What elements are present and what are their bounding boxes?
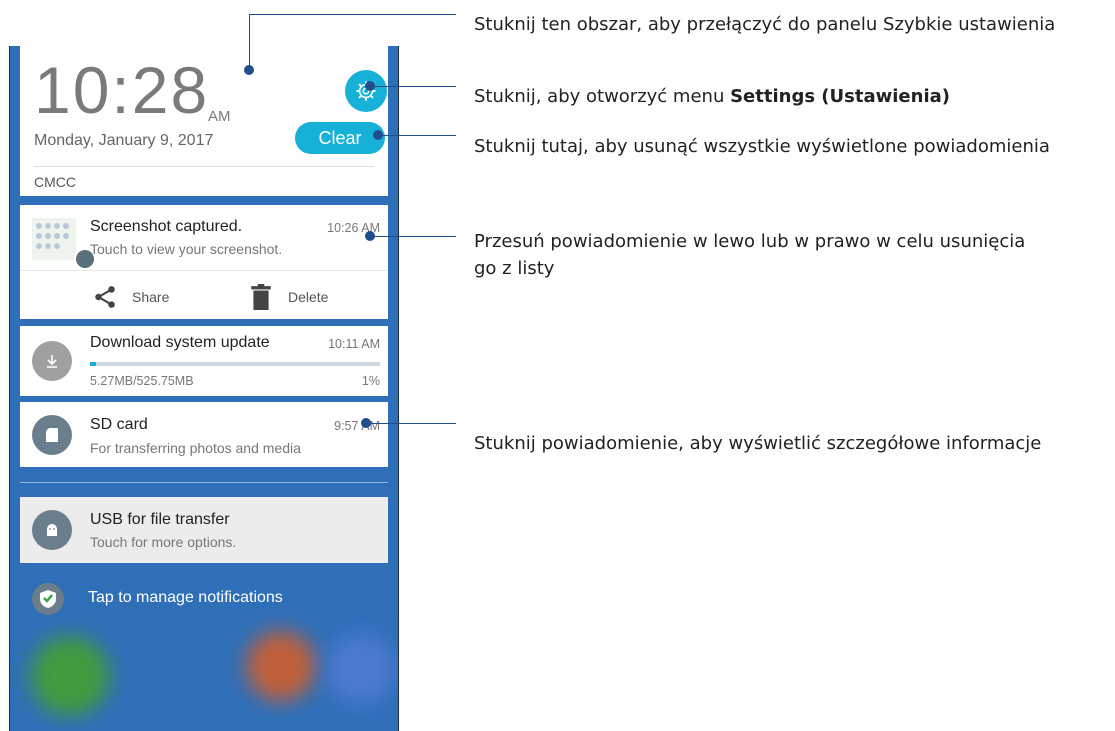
- clock-time: 10:28: [34, 53, 210, 127]
- callout-settings-prefix: Stuknij, aby otworzyć menu: [474, 86, 731, 107]
- settings-button[interactable]: [345, 70, 387, 112]
- notification-actions: Share Delete: [20, 270, 388, 319]
- notification-title: Download system update: [90, 334, 270, 351]
- callout-settings-bold: Settings (Ustawienia): [730, 86, 950, 107]
- callout-dot: [373, 130, 383, 140]
- callout-dot: [365, 81, 375, 91]
- clear-button[interactable]: Clear: [295, 122, 385, 154]
- callout-swipe-line1: Przesuń powiadomienie w lewo lub w prawo…: [474, 231, 1026, 252]
- share-label: Share: [132, 289, 170, 305]
- notification-usb[interactable]: USB for file transfer Touch for more opt…: [20, 497, 388, 563]
- download-progress-fill: [90, 362, 96, 366]
- notification-title: SD card: [90, 416, 148, 433]
- callout-line: [370, 236, 456, 237]
- carrier-label: CMCC: [34, 174, 76, 190]
- callout-swipe-line2: go z listy: [474, 258, 555, 279]
- callout-line: [249, 14, 250, 70]
- notification-subtitle: For transferring photos and media: [90, 440, 301, 456]
- notification-title: Screenshot captured.: [90, 218, 243, 235]
- callout-settings: Stuknij, aby otworzyć menu Settings (Ust…: [474, 83, 950, 110]
- callout-quick-settings: Stuknij ten obszar, aby przełączyć do pa…: [474, 14, 1056, 35]
- clock-ampm: AM: [208, 108, 231, 125]
- callout-details: Stuknij powiadomienie, aby wyświetlić sz…: [474, 433, 1042, 454]
- notification-screenshot[interactable]: Screenshot captured. Touch to view your …: [20, 205, 388, 319]
- share-button[interactable]: Share: [92, 284, 169, 310]
- background-blob: [326, 634, 396, 704]
- notification-subtitle: Touch for more options.: [90, 534, 237, 550]
- callout-line: [378, 135, 456, 136]
- notification-subtitle: Touch to view your screenshot.: [90, 241, 283, 257]
- screenshot-thumbnail: [32, 218, 96, 270]
- callout-line: [249, 14, 456, 15]
- android-icon: [32, 510, 72, 550]
- clock-date: Monday, January 9, 2017: [34, 132, 214, 149]
- section-divider: [20, 482, 388, 483]
- background-blob: [246, 631, 316, 701]
- callout-line: [366, 423, 456, 424]
- download-percent: 1%: [361, 374, 380, 388]
- download-size: 5.27MB/525.75MB: [90, 374, 194, 388]
- trash-icon: [251, 284, 271, 310]
- notification-title: USB for file transfer: [90, 511, 230, 528]
- callout-swipe: Przesuń powiadomienie w lewo lub w prawo…: [474, 228, 1025, 282]
- notification-sdcard[interactable]: SD card For transferring photos and medi…: [20, 402, 388, 467]
- download-icon: [32, 341, 72, 381]
- manage-notifications-button[interactable]: Tap to manage notifications: [30, 579, 380, 619]
- callout-line: [370, 86, 456, 87]
- delete-label: Delete: [288, 289, 329, 305]
- sd-card-icon: [32, 415, 72, 455]
- quick-settings-header[interactable]: 10:28 AM Monday, January 9, 2017 Clear C…: [20, 46, 388, 196]
- shield-icon: [32, 583, 64, 615]
- notification-download[interactable]: Download system update 10:11 AM 5.27MB/5…: [20, 326, 388, 396]
- delete-button[interactable]: Delete: [250, 284, 328, 310]
- divider: [34, 166, 374, 167]
- notification-time: 10:11 AM: [328, 337, 380, 351]
- background-blob: [30, 636, 110, 716]
- callout-clear: Stuknij tutaj, aby usunąć wszystkie wyśw…: [474, 136, 1050, 157]
- notification-time: 9:57 AM: [334, 419, 380, 433]
- callout-dot: [361, 418, 371, 428]
- share-icon: [95, 286, 115, 308]
- manage-notifications-label: Tap to manage notifications: [88, 589, 283, 606]
- download-progress-bar: [90, 362, 380, 366]
- notification-panel: 10:28 AM Monday, January 9, 2017 Clear C…: [9, 46, 399, 731]
- callout-dot: [365, 231, 375, 241]
- callout-dot: [244, 65, 254, 75]
